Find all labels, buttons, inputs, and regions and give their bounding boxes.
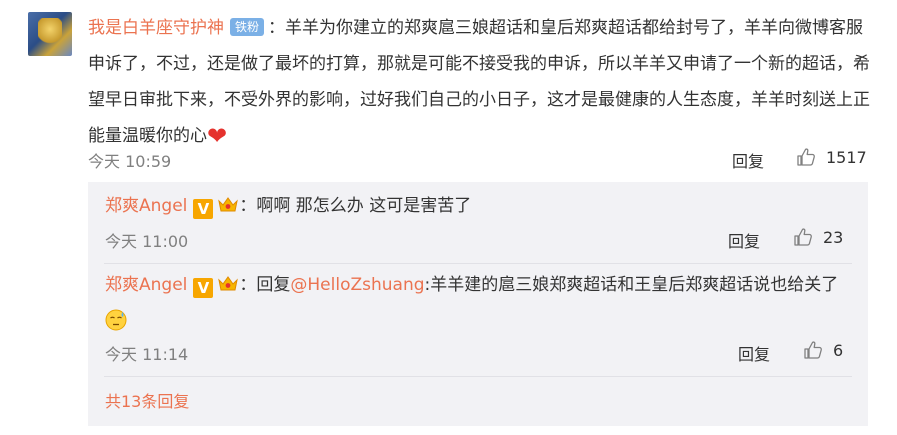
- like-count: 23: [823, 227, 844, 247]
- reply-text: :羊羊建的扈三娘郑爽超话和王皇后郑爽超话说也给关了: [424, 275, 839, 295]
- like-button[interactable]: 23: [793, 227, 843, 247]
- reply-username[interactable]: 郑爽Angel: [105, 275, 187, 295]
- comment-separator: ：: [268, 18, 286, 38]
- reply-meta: 今天 11:14 回复 6: [105, 340, 855, 365]
- comment-time: 今天 10:59: [88, 152, 172, 171]
- reply-time: 今天 11:00: [105, 232, 189, 251]
- reply-divider: [104, 376, 852, 377]
- like-count: 6: [833, 340, 844, 360]
- comment-username[interactable]: 我是白羊座守护神: [88, 18, 224, 38]
- reply-button[interactable]: 回复: [728, 228, 760, 252]
- reply-prefix: 回复: [256, 275, 291, 295]
- main-comment: 我是白羊座守护神 铁粉 ：羊羊为你建立的郑爽扈三娘超话和皇后郑爽超话都给封号了，羊羊…: [88, 10, 878, 154]
- reply-username[interactable]: 郑爽Angel: [105, 196, 187, 216]
- reply-divider: [104, 263, 852, 264]
- thumbs-up-icon: [794, 228, 812, 246]
- reply-meta: 今天 11:00 回复 23: [105, 227, 855, 252]
- reply-separator: ：: [239, 275, 257, 295]
- avatar[interactable]: [28, 12, 72, 56]
- like-button[interactable]: 6: [803, 340, 843, 360]
- reply-item: 郑爽Angel V ：啊啊 那怎么办 这可是害苦了: [105, 188, 855, 224]
- thumbs-up-icon: [804, 341, 822, 359]
- reply-separator: ：: [239, 196, 257, 216]
- crown-badge-icon: [218, 276, 239, 291]
- reply-item: 郑爽Angel V ：回复@HelloZshuang:羊羊建的扈三娘郑爽超话和王皇后…: [105, 267, 855, 339]
- mention-link[interactable]: @HelloZshuang: [290, 275, 424, 295]
- reply-button[interactable]: 回复: [738, 341, 770, 365]
- comment-meta: 今天 10:59 回复 1517: [88, 147, 878, 172]
- thumbs-up-icon: [797, 148, 815, 166]
- crown-badge-icon: [218, 197, 239, 212]
- fan-badge[interactable]: 铁粉: [230, 18, 265, 36]
- like-button[interactable]: 1517: [796, 147, 867, 167]
- reply-button[interactable]: 回复: [732, 148, 764, 172]
- replies-panel: 郑爽Angel V ：啊啊 那怎么办 这可是害苦了 今天 11:00 回复 23 郑…: [88, 182, 868, 426]
- verified-v-icon: V: [193, 199, 214, 219]
- view-all-replies-link[interactable]: 共13条回复: [105, 388, 189, 412]
- sweat-emoji-icon: [105, 309, 127, 331]
- heart-emoji-icon: ❤: [207, 122, 228, 150]
- reply-text: 啊啊 那怎么办 这可是害苦了: [256, 196, 472, 216]
- reply-time: 今天 11:14: [105, 345, 189, 364]
- like-count: 1517: [826, 147, 867, 167]
- verified-v-icon: V: [193, 278, 214, 298]
- avatar-figure: [38, 18, 62, 50]
